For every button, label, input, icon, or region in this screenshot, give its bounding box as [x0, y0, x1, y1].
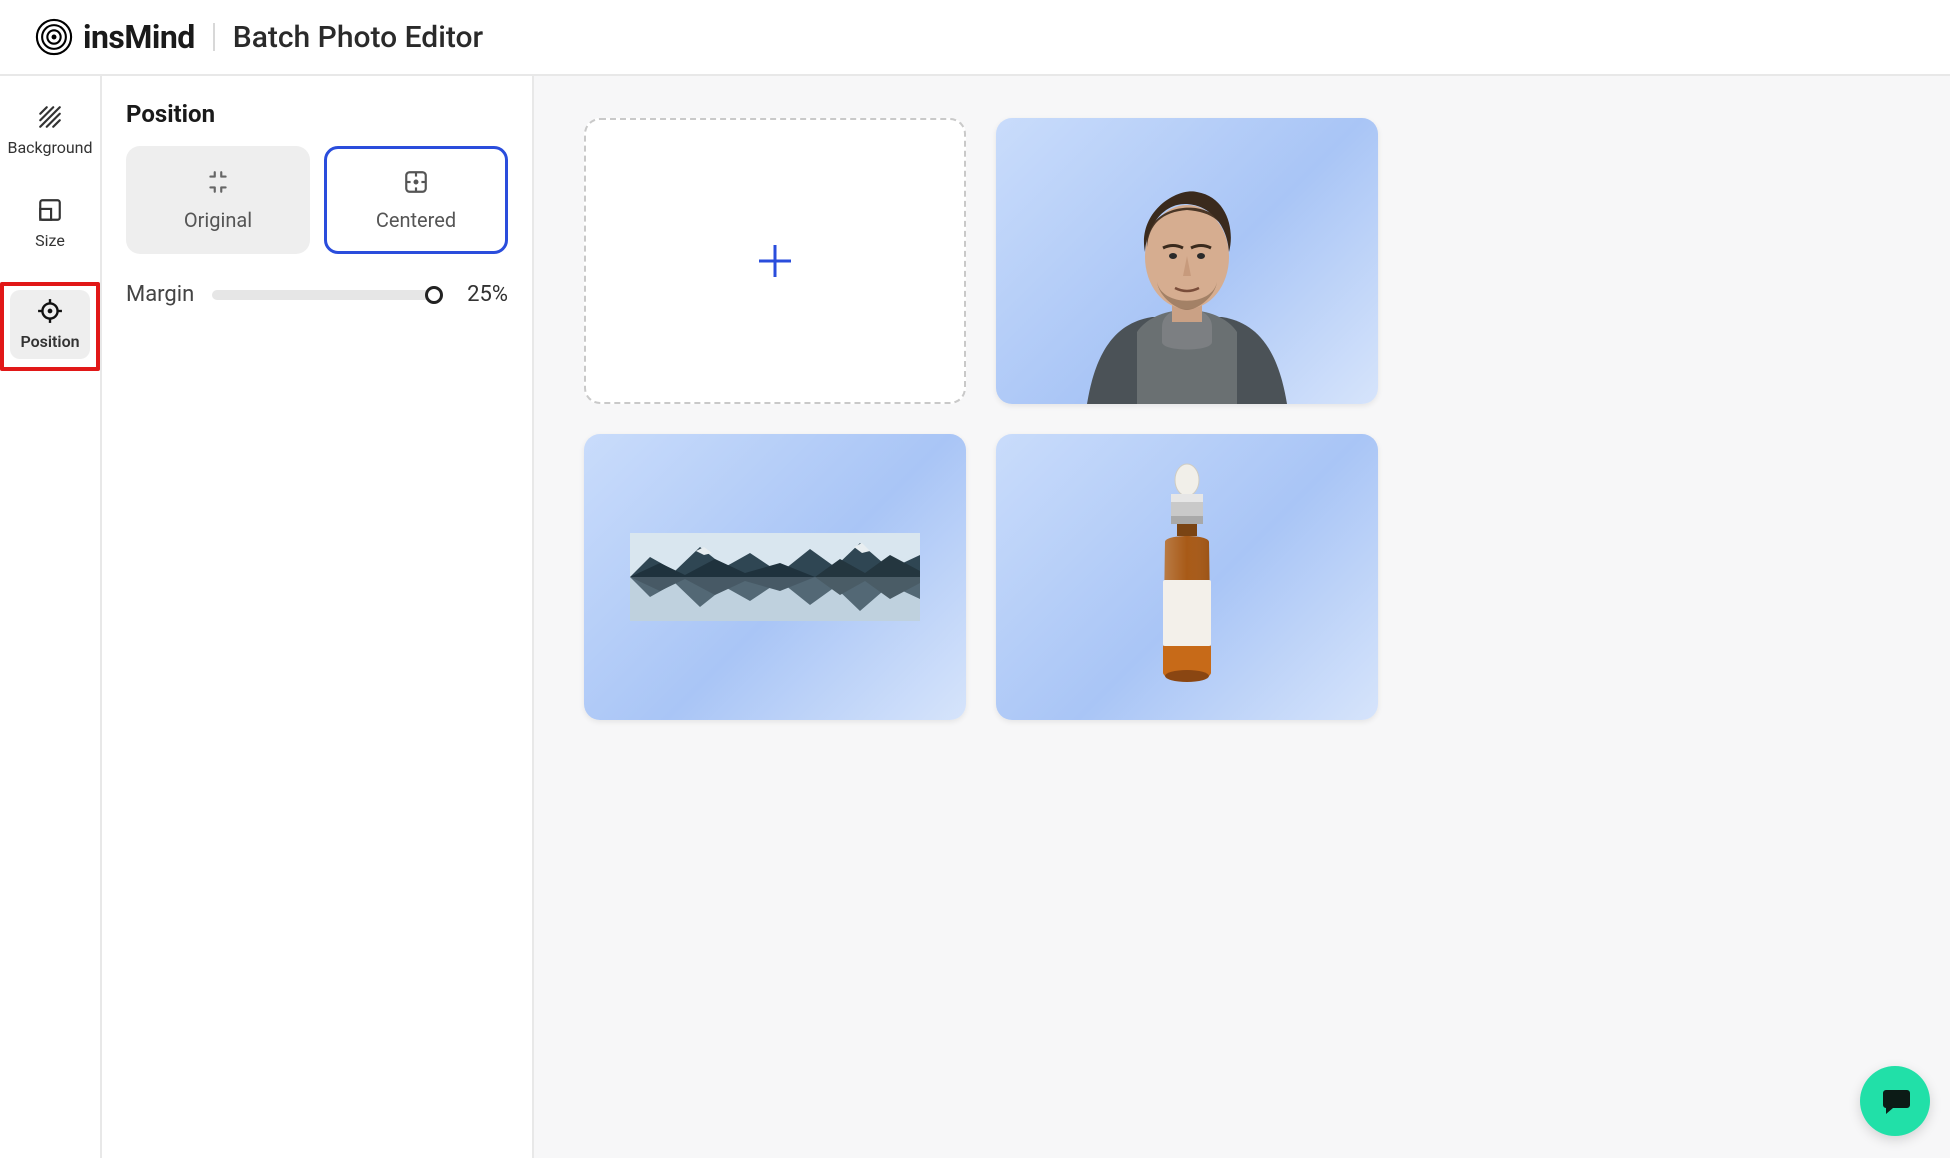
brand-logo-icon [35, 18, 73, 56]
nav-item-background[interactable]: Background [10, 96, 90, 165]
collapse-icon [204, 168, 232, 196]
margin-label: Margin [126, 282, 194, 307]
photo-tile-portrait[interactable] [996, 118, 1378, 404]
center-frame-icon [402, 168, 430, 196]
nav-item-size[interactable]: Size [10, 189, 90, 258]
position-option-centered[interactable]: Centered [324, 146, 508, 254]
nav-label: Background [7, 138, 92, 157]
nav-label: Position [20, 332, 79, 351]
canvas-area [534, 76, 1950, 1158]
crosshair-icon [37, 298, 63, 324]
nav-item-position-highlight: Position [0, 282, 100, 371]
page-title: Batch Photo Editor [233, 20, 483, 55]
option-label: Original [184, 208, 252, 232]
add-photo-tile[interactable] [584, 118, 966, 404]
photo-grid [584, 118, 1900, 720]
position-option-original[interactable]: Original [126, 146, 310, 254]
nav-item-position[interactable]: Position [10, 290, 90, 359]
margin-slider[interactable] [212, 290, 434, 300]
hatch-icon [37, 104, 63, 130]
photo-tile-bottle[interactable] [996, 434, 1378, 720]
portrait-man-image [1077, 152, 1297, 404]
panel-heading: Position [126, 100, 508, 128]
chat-icon [1878, 1084, 1912, 1118]
mountain-landscape-image [630, 533, 920, 621]
margin-slider-thumb[interactable] [425, 286, 443, 304]
chat-support-button[interactable] [1860, 1066, 1930, 1136]
position-options: Original Centered [126, 146, 508, 254]
dropper-bottle-image [1147, 462, 1227, 692]
nav-label: Size [35, 231, 65, 250]
settings-panel: Position Original [102, 76, 534, 1158]
left-nav: Background Size [0, 76, 102, 1158]
margin-slider-row: Margin 25% [126, 282, 508, 307]
brand-name: insMind [83, 18, 195, 56]
photo-tile-landscape[interactable] [584, 434, 966, 720]
header-divider [213, 23, 215, 51]
brand[interactable]: insMind [35, 18, 195, 56]
plus-icon [755, 241, 795, 281]
option-label: Centered [376, 208, 456, 232]
app-header: insMind Batch Photo Editor [0, 0, 1950, 76]
resize-icon [37, 197, 63, 223]
margin-value: 25% [452, 282, 508, 307]
